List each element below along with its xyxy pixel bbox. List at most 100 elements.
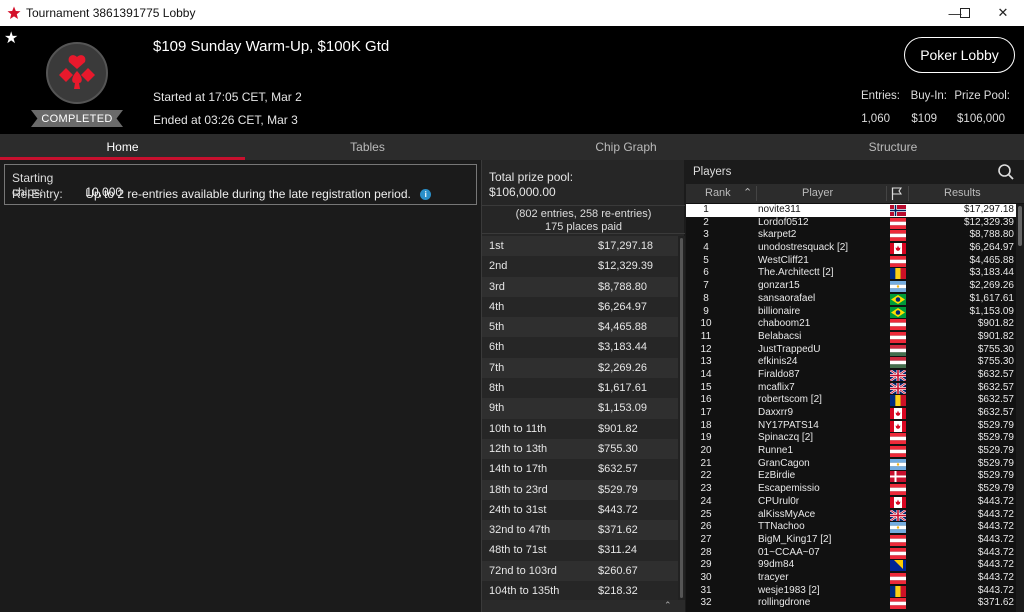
player-rank: 7 bbox=[703, 280, 709, 292]
player-row[interactable]: 22 EzBirdie $529.79 bbox=[686, 470, 1016, 483]
payout-row: 18th to 23rd $529.79 bbox=[482, 479, 678, 500]
player-rank: 3 bbox=[703, 229, 709, 241]
player-row[interactable]: 13 efkinis24 $755.30 bbox=[686, 356, 1016, 369]
entries-summary: (802 entries, 258 re-entries) 175 places… bbox=[482, 206, 685, 234]
tab-tables[interactable]: Tables bbox=[245, 134, 490, 160]
player-row[interactable]: 10 chaboom21 $901.82 bbox=[686, 318, 1016, 331]
player-row[interactable]: 23 Escapemissio $529.79 bbox=[686, 483, 1016, 496]
payout-place: 104th to 135th bbox=[489, 585, 560, 598]
player-row[interactable]: 1 novite311 $17,297.18 bbox=[686, 204, 1016, 217]
player-row[interactable]: 14 Firaldo87 $632.57 bbox=[686, 369, 1016, 382]
player-row[interactable]: 9 billionaire $1,153.09 bbox=[686, 306, 1016, 319]
prize-pool-header: Total prize pool: $106,000.00 bbox=[482, 160, 685, 206]
player-result: $632.57 bbox=[977, 381, 1014, 393]
players-scrollbar[interactable] bbox=[1016, 204, 1024, 612]
home-content: Starting chips: 10,000 Re-Entry: Up to 2… bbox=[0, 160, 1024, 612]
player-row[interactable]: 8 sansaorafael $1,617.61 bbox=[686, 293, 1016, 306]
player-row[interactable]: 7 gonzar15 $2,269.26 bbox=[686, 280, 1016, 293]
payout-scroll-thumb[interactable] bbox=[680, 238, 683, 598]
player-result: $529.79 bbox=[977, 432, 1014, 444]
player-row[interactable]: 2 Lordof0512 $12,329.39 bbox=[686, 217, 1016, 230]
payout-row: 24th to 31st $443.72 bbox=[482, 500, 678, 520]
tab-chip-graph[interactable]: Chip Graph bbox=[490, 134, 762, 160]
player-name: sansaorafael bbox=[758, 292, 816, 304]
player-row[interactable]: 6 The.Architectt [2] $3,183.44 bbox=[686, 267, 1016, 280]
country-flag-icon bbox=[890, 509, 906, 521]
player-rank: 23 bbox=[700, 483, 712, 495]
country-flag-icon bbox=[890, 534, 906, 546]
country-flag-icon bbox=[890, 585, 906, 597]
player-row[interactable]: 29 99dm84 $443.72 bbox=[686, 559, 1016, 572]
country-flag-icon bbox=[890, 357, 906, 369]
payout-row: 6th $3,183.44 bbox=[482, 337, 678, 357]
payout-place: 9th bbox=[489, 402, 505, 415]
payout-amount: $1,153.09 bbox=[598, 402, 647, 415]
player-row[interactable]: 27 BigM_King17 [2] $443.72 bbox=[686, 534, 1016, 547]
player-result: $371.62 bbox=[977, 597, 1014, 609]
player-rank: 11 bbox=[700, 330, 712, 342]
player-row[interactable]: 4 unodostresquack [2] $6,264.97 bbox=[686, 242, 1016, 255]
player-row[interactable]: 3 skarpet2 $8,788.80 bbox=[686, 229, 1016, 242]
tab-structure[interactable]: Structure bbox=[762, 134, 1024, 160]
sort-up-icon[interactable]: ⌃ bbox=[743, 186, 752, 199]
payout-scrollbar[interactable] bbox=[678, 236, 685, 600]
player-row[interactable]: 17 Daxxrr9 $632.57 bbox=[686, 407, 1016, 420]
payout-amount: $443.72 bbox=[598, 503, 638, 516]
payout-amount: $311.24 bbox=[598, 544, 637, 557]
player-row[interactable]: 16 robertscom [2] $632.57 bbox=[686, 394, 1016, 407]
tournament-info-box: Starting chips: 10,000 Re-Entry: Up to 2… bbox=[4, 164, 477, 205]
player-row[interactable]: 28 01~CCAA~07 $443.72 bbox=[686, 547, 1016, 560]
player-row[interactable]: 26 TTNachoo $443.72 bbox=[686, 521, 1016, 534]
player-row[interactable]: 21 GranCagon $529.79 bbox=[686, 458, 1016, 471]
close-button[interactable]: ✕ bbox=[980, 0, 1024, 26]
col-results[interactable]: Results bbox=[944, 187, 981, 199]
payout-row: 14th to 17th $632.57 bbox=[482, 459, 678, 479]
player-row[interactable]: 31 wesje1983 [2] $443.72 bbox=[686, 585, 1016, 598]
col-player[interactable]: Player bbox=[802, 187, 833, 199]
player-row[interactable]: 5 WestCliff21 $4,465.88 bbox=[686, 255, 1016, 268]
player-result: $529.79 bbox=[977, 445, 1014, 457]
player-row[interactable]: 11 Belabacsi $901.82 bbox=[686, 331, 1016, 344]
player-row[interactable]: 30 tracyer $443.72 bbox=[686, 572, 1016, 585]
maximize-icon bbox=[960, 8, 970, 18]
payout-place: 72nd to 103rd bbox=[489, 564, 557, 577]
tab-home[interactable]: Home bbox=[0, 134, 245, 160]
player-row[interactable]: 25 alKissMyAce $443.72 bbox=[686, 509, 1016, 522]
scroll-up-icon[interactable]: ⌃ bbox=[664, 600, 672, 611]
player-row[interactable]: 15 mcaflix7 $632.57 bbox=[686, 382, 1016, 395]
payout-amount: $260.67 bbox=[598, 564, 638, 577]
player-result: $4,465.88 bbox=[969, 254, 1015, 266]
player-row[interactable]: 12 JustTrappedU $755.30 bbox=[686, 344, 1016, 357]
country-flag-icon bbox=[890, 420, 906, 432]
player-name: Runne1 bbox=[758, 445, 794, 457]
player-rank: 26 bbox=[700, 521, 712, 533]
player-row[interactable]: 32 rollingdrone $371.62 bbox=[686, 597, 1016, 610]
payout-place: 5th bbox=[489, 321, 505, 334]
player-row[interactable]: 18 NY17PATS14 $529.79 bbox=[686, 420, 1016, 433]
player-name: The.Architectt [2] bbox=[758, 267, 834, 279]
payout-row: 104th to 135th $218.32 bbox=[482, 581, 678, 601]
payout-place: 32nd to 47th bbox=[489, 524, 551, 537]
payout-amount: $901.82 bbox=[598, 422, 638, 435]
favorite-star-icon[interactable]: ★ bbox=[4, 28, 18, 48]
country-flag-icon bbox=[890, 484, 906, 496]
player-rank: 21 bbox=[700, 457, 712, 469]
player-row[interactable]: 19 Spinaczq [2] $529.79 bbox=[686, 432, 1016, 445]
reentry-label: Re-Entry: bbox=[12, 187, 63, 201]
country-flag-icon bbox=[890, 293, 906, 305]
player-result: $632.57 bbox=[977, 368, 1014, 380]
prize-panel: Total prize pool: $106,000.00 (802 entri… bbox=[481, 160, 685, 612]
payout-amount: $12,329.39 bbox=[598, 260, 654, 273]
col-rank[interactable]: Rank bbox=[705, 187, 731, 199]
country-flag-column-icon[interactable] bbox=[891, 187, 902, 200]
search-icon[interactable] bbox=[997, 163, 1015, 181]
info-icon[interactable]: i bbox=[420, 189, 432, 200]
payout-place: 10th to 11th bbox=[489, 422, 547, 435]
payout-place: 48th to 71st bbox=[489, 544, 547, 557]
player-rank: 32 bbox=[700, 597, 712, 609]
players-scroll-thumb[interactable] bbox=[1018, 206, 1022, 246]
poker-lobby-button[interactable]: Poker Lobby bbox=[904, 37, 1015, 73]
player-row[interactable]: 20 Runne1 $529.79 bbox=[686, 445, 1016, 458]
prizepool-label: Prize Pool: bbox=[954, 90, 1010, 102]
player-row[interactable]: 24 CPUrul0r $443.72 bbox=[686, 496, 1016, 509]
